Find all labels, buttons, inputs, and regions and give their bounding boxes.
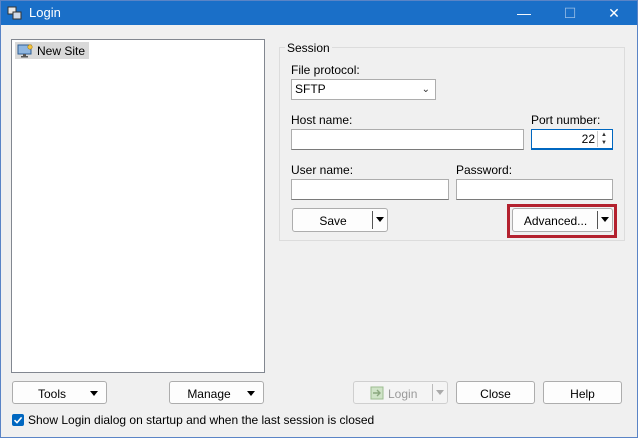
show-login-label[interactable]: Show Login dialog on startup and when th… [28, 413, 374, 427]
user-name-label: User name: [291, 163, 354, 177]
app-icon [7, 5, 23, 21]
manage-caret-icon [247, 391, 255, 396]
password-label: Password: [456, 163, 513, 177]
port-number-input[interactable]: 22 ▲ ▼ [531, 129, 613, 150]
file-protocol-select[interactable]: SFTP ⌄ [291, 79, 436, 100]
tools-button[interactable]: Tools [12, 381, 107, 404]
title-bar[interactable]: Login — ☐ ✕ [1, 1, 637, 25]
login-dropdown-arrow-icon[interactable] [432, 384, 447, 401]
show-login-checkbox[interactable] [12, 414, 24, 426]
port-number-value: 22 [581, 132, 595, 146]
host-name-input[interactable] [291, 129, 524, 150]
close-window-button[interactable]: ✕ [591, 1, 637, 25]
tools-caret-icon [90, 391, 98, 396]
close-button[interactable]: Close [456, 381, 535, 404]
password-input[interactable] [456, 179, 613, 200]
chevron-down-icon: ⌄ [421, 84, 430, 95]
port-number-label: Port number: [531, 113, 601, 127]
login-window: Login — ☐ ✕ New Site Session File protoc… [0, 0, 638, 438]
checkmark-icon [13, 416, 23, 424]
help-button[interactable]: Help [543, 381, 622, 404]
file-protocol-label: File protocol: [291, 63, 360, 77]
login-button[interactable]: Login [353, 381, 448, 404]
close-button-label: Close [480, 387, 511, 401]
save-button-label: Save [319, 214, 347, 228]
user-name-input[interactable] [291, 179, 449, 200]
help-button-label: Help [570, 387, 595, 401]
window-title: Login [29, 5, 61, 20]
port-spinner[interactable]: ▲ ▼ [597, 131, 610, 147]
site-item-label: New Site [37, 43, 86, 58]
login-icon [370, 386, 384, 403]
host-name-label: Host name: [291, 113, 353, 127]
monitor-icon [17, 43, 33, 58]
file-protocol-value: SFTP [295, 82, 326, 96]
site-item-new-site[interactable]: New Site [15, 42, 90, 59]
minimize-button[interactable]: — [501, 1, 547, 25]
save-dropdown-arrow-icon[interactable] [372, 211, 387, 229]
tools-button-label: Tools [37, 387, 66, 401]
advanced-highlight-box [507, 204, 617, 238]
save-button[interactable]: Save [292, 208, 388, 232]
login-button-label: Login [388, 387, 418, 401]
site-tree[interactable]: New Site [11, 39, 265, 373]
manage-button[interactable]: Manage [169, 381, 264, 404]
session-group-label: Session [285, 41, 332, 55]
manage-button-label: Manage [187, 387, 231, 401]
maximize-button[interactable]: ☐ [547, 1, 593, 25]
